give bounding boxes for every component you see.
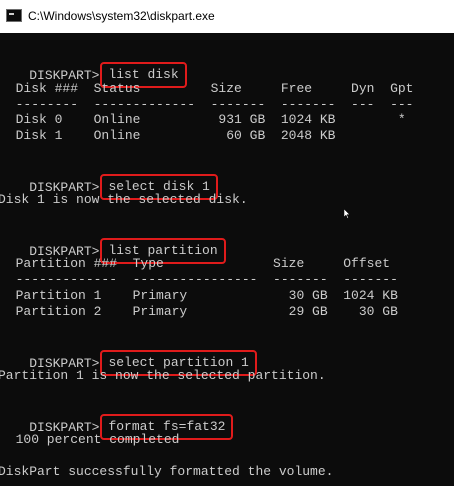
mouse-cursor-icon	[344, 209, 350, 219]
command-line-select-partition: DISKPART> select partition 1	[0, 335, 257, 376]
format-progress: 100 percent completed	[0, 432, 180, 447]
partition-table-header: Partition ### Type Size Offset	[0, 256, 391, 271]
title-bar: C:\Windows\system32\diskpart.exe	[0, 0, 454, 33]
console-window-icon	[6, 9, 22, 22]
command-line-list-disk: DISKPART> list disk	[0, 47, 187, 88]
command-line-list-partition: DISKPART> list partition	[0, 223, 226, 264]
command-line-select-disk: DISKPART> select disk 1	[0, 159, 218, 200]
disk-table-row: Disk 1 Online 60 GB 2048 KB	[0, 128, 336, 143]
partition-table-separator: ------------- ---------------- ------- -…	[0, 272, 398, 287]
select-partition-result: Partition 1 is now the selected partitio…	[0, 368, 326, 383]
partition-table-row: Partition 1 Primary 30 GB 1024 KB	[0, 288, 398, 303]
partition-table-row: Partition 2 Primary 29 GB 30 GB	[0, 304, 398, 319]
select-disk-result: Disk 1 is now the selected disk.	[0, 192, 248, 207]
disk-table-row: Disk 0 Online 931 GB 1024 KB *	[0, 112, 406, 127]
disk-table-header: Disk ### Status Size Free Dyn Gpt	[0, 81, 414, 96]
disk-table-separator: -------- ------------- ------- ------- -…	[0, 97, 414, 112]
format-result: DiskPart successfully formatted the volu…	[0, 464, 334, 479]
console-output[interactable]: DISKPART> list disk Disk ### Status Size …	[0, 33, 454, 486]
command-line-format: DISKPART> format fs=fat32	[0, 399, 234, 440]
window-title: C:\Windows\system32\diskpart.exe	[28, 9, 215, 23]
